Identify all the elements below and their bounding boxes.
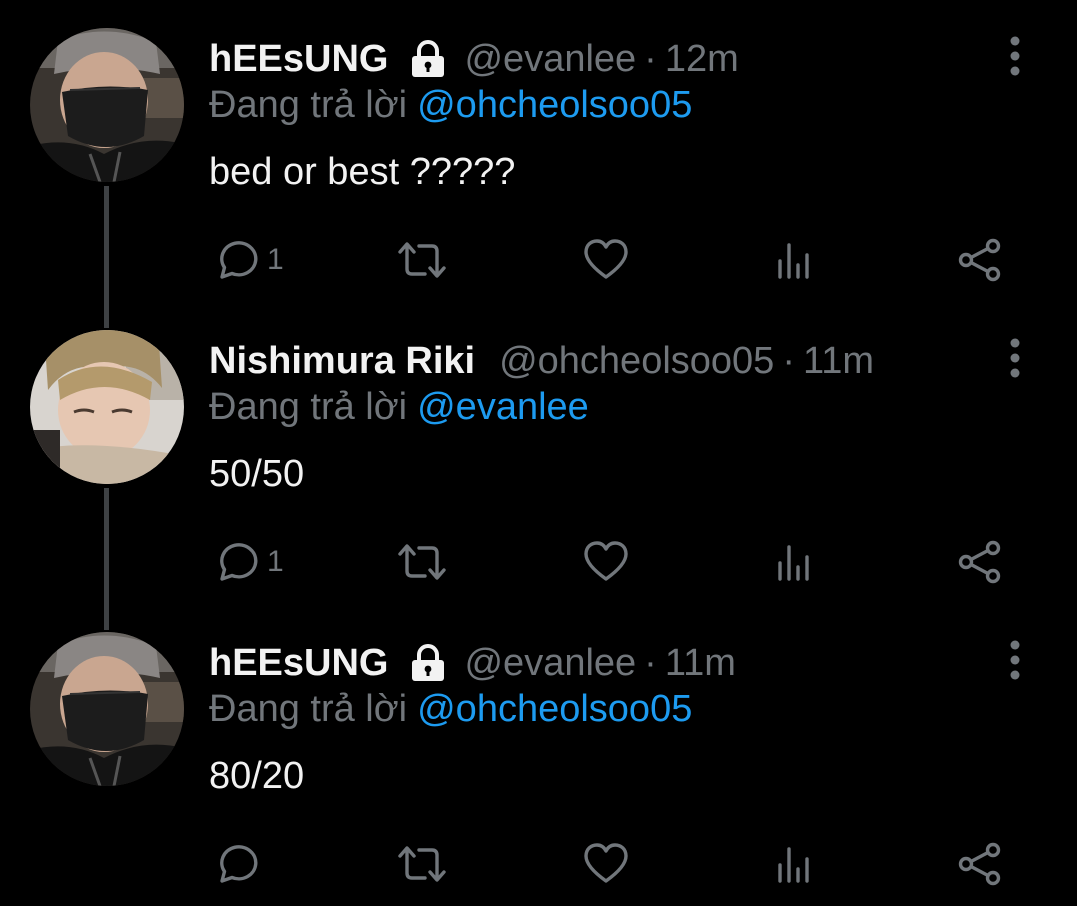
tweet-text: 50/50: [209, 453, 305, 495]
user-handle[interactable]: @ohcheolsoo05: [499, 340, 774, 383]
share-icon: [958, 842, 1001, 886]
retweet-button[interactable]: [396, 232, 448, 288]
more-options-button[interactable]: [1000, 36, 1030, 78]
retweet-icon: [398, 242, 446, 278]
display-name[interactable]: Nishimura Riki: [209, 340, 475, 383]
separator-dot: ·: [644, 37, 657, 80]
display-name[interactable]: hEEsUNG: [209, 38, 388, 81]
user-handle[interactable]: @evanlee: [464, 38, 636, 81]
replying-to-link[interactable]: @ohcheolsoo05: [417, 84, 692, 126]
views-button[interactable]: [774, 836, 814, 892]
more-options-button[interactable]: [1000, 640, 1030, 682]
timestamp[interactable]: 11m: [803, 340, 874, 383]
timestamp[interactable]: 11m: [665, 642, 736, 685]
replying-to: Đang trả lời @ohcheolsoo05: [209, 84, 692, 127]
replying-to-link[interactable]: @evanlee: [417, 386, 589, 428]
tweet[interactable]: hEEsUNG @evanlee · 12m Đang trả lời @ohch…: [0, 0, 1077, 302]
separator-dot: ·: [782, 339, 795, 382]
more-vertical-icon: [1010, 640, 1020, 680]
like-button[interactable]: [583, 534, 629, 590]
tweet-actions: 1: [0, 534, 1077, 590]
heart-icon: [584, 541, 628, 581]
tweet-header: hEEsUNG @evanlee · 12m: [209, 36, 739, 82]
tweet-header: hEEsUNG @evanlee · 11m: [209, 640, 736, 686]
replying-to: Đang trả lời @evanlee: [209, 386, 589, 429]
like-button[interactable]: [583, 232, 629, 288]
heart-icon: [584, 843, 628, 883]
reply-bubble-icon: [220, 845, 258, 883]
more-vertical-icon: [1010, 338, 1020, 378]
views-bar-icon: [778, 243, 809, 279]
avatar[interactable]: [30, 632, 184, 786]
share-icon: [958, 540, 1001, 584]
share-button[interactable]: [956, 232, 1004, 288]
replying-to-label: Đang trả lời: [209, 688, 408, 730]
lock-icon: [408, 643, 448, 683]
views-bar-icon: [778, 847, 809, 883]
reply-button[interactable]: [213, 836, 267, 892]
reply-button[interactable]: 1: [213, 232, 284, 288]
reply-button[interactable]: 1: [213, 534, 284, 590]
more-vertical-icon: [1010, 36, 1020, 76]
retweet-icon: [398, 846, 446, 882]
reply-count: 1: [267, 545, 284, 578]
reply-bubble-icon: [220, 543, 258, 581]
tweet-text: 80/20: [209, 755, 305, 797]
retweet-button[interactable]: [396, 534, 448, 590]
timestamp[interactable]: 12m: [665, 38, 739, 81]
replying-to: Đang trả lời @ohcheolsoo05: [209, 688, 692, 731]
share-icon: [958, 238, 1001, 282]
tweet-text: bed or best ?????: [209, 151, 516, 193]
replying-to-link[interactable]: @ohcheolsoo05: [417, 688, 692, 730]
avatar[interactable]: [30, 28, 184, 182]
user-handle[interactable]: @evanlee: [464, 642, 636, 685]
heart-icon: [584, 239, 628, 279]
share-button[interactable]: [956, 534, 1004, 590]
replying-to-label: Đang trả lời: [209, 84, 408, 126]
more-options-button[interactable]: [1000, 338, 1030, 380]
views-button[interactable]: [774, 534, 814, 590]
views-button[interactable]: [774, 232, 814, 288]
lock-icon: [408, 39, 448, 79]
retweet-button[interactable]: [396, 836, 448, 892]
separator-dot: ·: [644, 641, 657, 684]
replying-to-label: Đang trả lời: [209, 386, 408, 428]
like-button[interactable]: [583, 836, 629, 892]
share-button[interactable]: [956, 836, 1004, 892]
tweet[interactable]: Nishimura Riki @ohcheolsoo05 · 11m Đang …: [0, 302, 1077, 604]
tweet-header: Nishimura Riki @ohcheolsoo05 · 11m: [209, 338, 874, 384]
retweet-icon: [398, 544, 446, 580]
tweet[interactable]: hEEsUNG @evanlee · 11m Đang trả lời @ohch…: [0, 604, 1077, 906]
tweet-actions: 1: [0, 232, 1077, 288]
tweet-actions: [0, 836, 1077, 892]
avatar[interactable]: [30, 330, 184, 484]
reply-bubble-icon: [220, 241, 258, 279]
display-name[interactable]: hEEsUNG: [209, 642, 388, 685]
views-bar-icon: [778, 545, 809, 581]
reply-count: 1: [267, 243, 284, 276]
